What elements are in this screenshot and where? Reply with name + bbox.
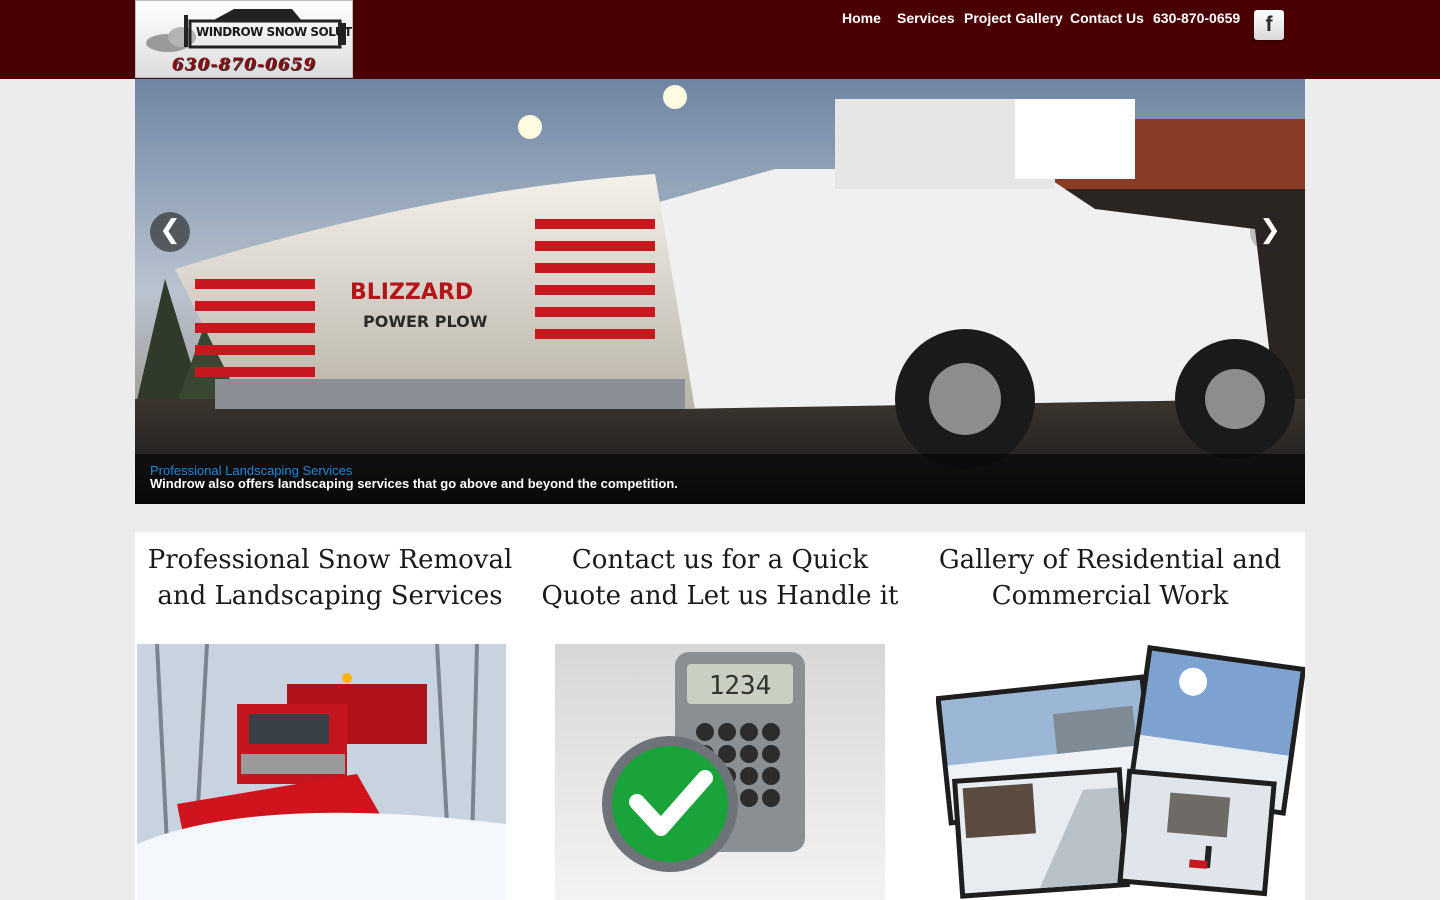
feature-heading: Professional Snow Removal and Landscapin…	[147, 545, 513, 611]
features-panel: Professional Snow Removal and Landscapin…	[135, 532, 1305, 900]
blade-brand-text: BLIZZARD	[350, 280, 473, 305]
nav-project-gallery[interactable]: Project Gallery	[964, 10, 1063, 26]
nav-contact-us[interactable]: Contact Us	[1070, 10, 1144, 26]
red-plow-truck-image[interactable]	[137, 644, 506, 900]
chevron-left-icon: ❮	[159, 215, 181, 245]
logo-phone-text: 630-870-0659	[171, 55, 317, 75]
main-nav: Home Services Project Gallery Contact Us…	[0, 10, 1440, 30]
caption-text: Windrow also offers landscaping services…	[150, 476, 678, 491]
feature-snow-removal: Professional Snow Removal and Landscapin…	[135, 532, 525, 900]
facebook-button[interactable]: f	[1254, 10, 1284, 40]
slider-caption: Professional Landscaping Services Windro…	[135, 454, 1305, 504]
snow-plow-truck-image: BLIZZARD POWER PLOW	[135, 79, 1305, 504]
feature-heading: Gallery of Residential and Commercial Wo…	[938, 545, 1282, 611]
feature-gallery: Gallery of Residential and Commercial Wo…	[915, 532, 1305, 900]
red-plow-truck-photo	[137, 644, 506, 900]
site-header: WINDROW SNOW SOLUTIONS 630-870-0659 Home…	[0, 0, 1440, 79]
feature-heading: Contact us for a Quick Quote and Let us …	[541, 545, 899, 611]
photo-collage	[936, 644, 1305, 900]
blade-model-text: POWER PLOW	[363, 312, 488, 331]
hero-slider: BLIZZARD POWER PLOW ❮ ❯ Professional Lan…	[135, 79, 1305, 504]
calculator-checkmark-icon: 1234	[602, 652, 805, 872]
slider-prev-button[interactable]: ❮	[150, 212, 190, 252]
feature-quick-quote: Contact us for a Quick Quote and Let us …	[525, 532, 915, 900]
calculator-display: 1234	[709, 671, 772, 701]
chevron-right-icon: ❯	[1259, 215, 1281, 245]
facebook-icon: f	[1265, 13, 1273, 36]
nav-phone[interactable]: 630-870-0659	[1153, 10, 1240, 26]
nav-services[interactable]: Services	[897, 10, 955, 26]
nav-home[interactable]: Home	[842, 10, 881, 26]
calculator-image[interactable]: 1234	[555, 644, 885, 900]
slider-next-button[interactable]: ❯	[1250, 212, 1290, 252]
gallery-collage-image[interactable]	[936, 644, 1305, 900]
